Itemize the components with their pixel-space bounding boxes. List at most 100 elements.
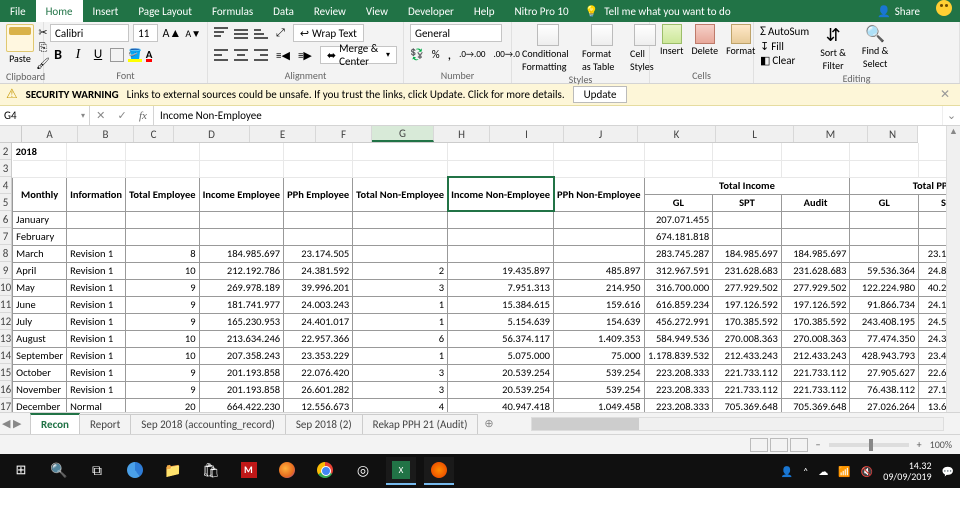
- sheet-tab-sep2018-acct[interactable]: Sep 2018 (accounting_record): [130, 414, 286, 434]
- store-icon[interactable]: 🛍: [196, 457, 226, 485]
- orientation-icon[interactable]: ⤢: [276, 26, 285, 40]
- cancel-formula-icon[interactable]: ✕: [96, 109, 105, 122]
- normal-view-button[interactable]: [750, 438, 768, 452]
- find-select-button[interactable]: Find & Select: [857, 44, 893, 70]
- zoom-in-button[interactable]: +: [917, 438, 922, 451]
- tab-help[interactable]: Help: [464, 0, 505, 22]
- tab-view[interactable]: View: [356, 0, 398, 22]
- tab-home[interactable]: Home: [36, 0, 83, 22]
- sheet-tab-rekap[interactable]: Rekap PPH 21 (Audit): [362, 414, 479, 434]
- align-top-icon[interactable]: [214, 27, 228, 39]
- decrease-indent-icon[interactable]: ≡◀: [276, 49, 290, 62]
- tab-file[interactable]: File: [0, 0, 36, 22]
- align-center-icon[interactable]: [234, 49, 248, 61]
- feedback-smiley-icon[interactable]: [936, 0, 952, 16]
- fill-color-button[interactable]: 🪣: [128, 48, 142, 61]
- font-size-combo[interactable]: 11: [133, 24, 158, 42]
- bold-button[interactable]: B: [50, 46, 66, 63]
- align-left-icon[interactable]: [214, 49, 228, 61]
- number-format-combo[interactable]: General: [410, 24, 502, 42]
- font-color-button[interactable]: A: [146, 48, 153, 61]
- clear-button[interactable]: ◧Clear: [760, 54, 809, 67]
- percent-button[interactable]: %: [432, 48, 440, 61]
- row-headers[interactable]: 234567891011121314151617181920: [0, 143, 12, 412]
- sheet-tab-report[interactable]: Report: [79, 414, 131, 434]
- notifications-icon[interactable]: 💬: [942, 465, 954, 478]
- expand-formula-bar-icon[interactable]: ⌄: [942, 106, 960, 125]
- zoom-slider[interactable]: [829, 443, 909, 447]
- decrease-font-icon[interactable]: A▼: [185, 27, 201, 40]
- paste-icon[interactable]: [6, 24, 34, 52]
- zoom-level[interactable]: 100%: [930, 438, 952, 451]
- wrap-text-button[interactable]: ↩Wrap Text: [293, 24, 364, 42]
- tell-me-input[interactable]: Tell me what you want to do: [604, 0, 730, 22]
- task-view-button[interactable]: ⧉: [82, 457, 112, 485]
- tab-insert[interactable]: Insert: [83, 0, 129, 22]
- zoom-out-button[interactable]: −: [816, 438, 821, 451]
- name-box[interactable]: G4: [0, 106, 90, 125]
- mcafee-icon[interactable]: [234, 457, 264, 485]
- spreadsheet-grid[interactable]: ABCDEFGHIJKLMN 2345678910111213141516171…: [0, 126, 960, 412]
- search-button[interactable]: 🔍: [44, 457, 74, 485]
- align-right-icon[interactable]: [254, 49, 268, 61]
- merge-center-button[interactable]: ⬌Merge & Center▾: [320, 46, 397, 64]
- insert-cells-button[interactable]: Insert: [656, 24, 688, 57]
- sheet-nav-arrows[interactable]: ◀ ▶: [2, 417, 21, 430]
- update-links-button[interactable]: Update: [573, 86, 628, 103]
- find-select-icon[interactable]: 🔍: [865, 24, 885, 44]
- comma-button[interactable]: ,: [448, 46, 452, 63]
- chrome-icon[interactable]: [310, 457, 340, 485]
- format-as-table-button[interactable]: Format as Table: [578, 24, 626, 73]
- fx-icon[interactable]: fx: [139, 110, 147, 122]
- tray-cloud-icon[interactable]: ☁: [818, 465, 828, 478]
- font-name-combo[interactable]: Calibri: [50, 24, 129, 42]
- paste-button[interactable]: Paste: [6, 52, 34, 65]
- system-tray[interactable]: 👤 ˄ ☁ 📶 🔇 14.32 09/09/2019 💬: [781, 460, 954, 482]
- sort-filter-button[interactable]: Sort & Filter: [815, 46, 851, 72]
- page-break-view-button[interactable]: [790, 438, 808, 452]
- share-button[interactable]: 👤Share: [869, 0, 928, 22]
- column-headers[interactable]: ABCDEFGHIJKLMN: [22, 126, 918, 143]
- file-explorer-icon[interactable]: 📁: [158, 457, 188, 485]
- tray-up-icon[interactable]: ˄: [803, 465, 808, 478]
- sort-filter-icon[interactable]: ⇵: [826, 24, 841, 46]
- tab-formulas[interactable]: Formulas: [202, 0, 263, 22]
- increase-decimal-icon[interactable]: .0→.00: [459, 49, 485, 60]
- horizontal-scrollbar[interactable]: [531, 417, 944, 431]
- tab-review[interactable]: Review: [304, 0, 356, 22]
- tray-wifi-icon[interactable]: 📶: [838, 465, 850, 478]
- formula-input[interactable]: Income Non-Employee: [154, 106, 942, 125]
- edge-icon[interactable]: [120, 457, 150, 485]
- select-all-corner[interactable]: [0, 126, 22, 143]
- enter-formula-icon[interactable]: ✓: [118, 109, 127, 122]
- tab-page-layout[interactable]: Page Layout: [128, 0, 202, 22]
- increase-indent-icon[interactable]: ≡▶: [298, 49, 312, 62]
- autosum-button[interactable]: ΣAutoSum: [760, 24, 809, 39]
- tab-nitro[interactable]: Nitro Pro 10: [505, 0, 579, 22]
- underline-button[interactable]: U: [90, 47, 106, 62]
- cells-table[interactable]: 2018MonthlyInformationTotal EmployeeInco…: [12, 143, 946, 412]
- firefox-icon[interactable]: [272, 457, 302, 485]
- new-sheet-button[interactable]: ⊕: [477, 413, 500, 434]
- tab-developer[interactable]: Developer: [398, 0, 464, 22]
- tray-volume-icon[interactable]: 🔇: [861, 465, 873, 478]
- align-bottom-icon[interactable]: [254, 27, 268, 39]
- fill-button[interactable]: ↧Fill: [760, 40, 809, 53]
- sheet-tab-recon[interactable]: Recon: [30, 413, 80, 434]
- page-layout-view-button[interactable]: [770, 438, 788, 452]
- app2-icon[interactable]: [424, 457, 454, 485]
- tray-people-icon[interactable]: 👤: [781, 465, 793, 478]
- close-warning-button[interactable]: ✕: [936, 87, 954, 102]
- conditional-formatting-button[interactable]: Conditional Formatting: [518, 24, 578, 73]
- border-button[interactable]: [110, 48, 124, 62]
- excel-taskbar-icon[interactable]: X: [386, 457, 416, 485]
- align-middle-icon[interactable]: [234, 27, 248, 39]
- accounting-button[interactable]: 💱: [410, 48, 424, 61]
- start-button[interactable]: ⊞: [6, 457, 36, 485]
- sheet-tab-sep2018-2[interactable]: Sep 2018 (2): [285, 414, 363, 434]
- delete-cells-button[interactable]: Delete: [688, 24, 723, 57]
- increase-font-icon[interactable]: A▲: [162, 26, 181, 41]
- tab-data[interactable]: Data: [263, 0, 304, 22]
- app-icon[interactable]: ◎: [348, 457, 378, 485]
- vertical-scrollbar[interactable]: ▲: [946, 126, 960, 412]
